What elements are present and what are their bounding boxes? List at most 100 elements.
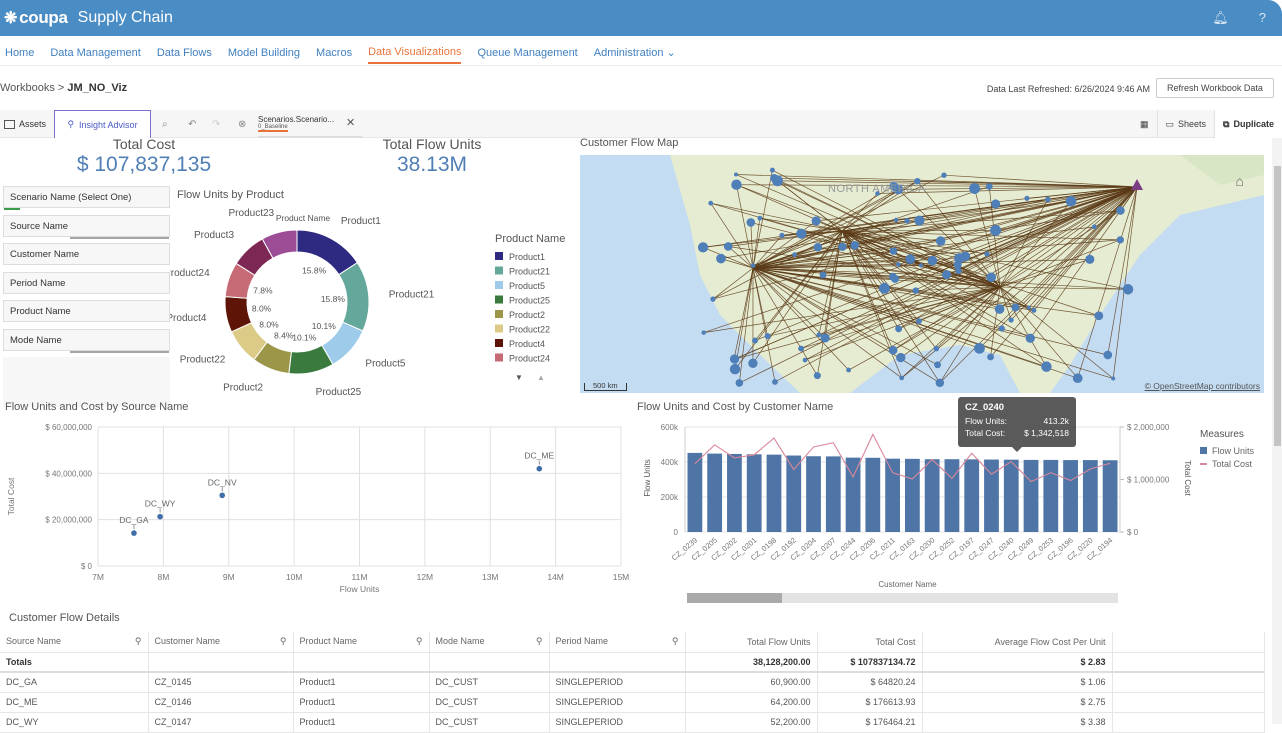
combo-scrollbar-thumb[interactable]: [687, 593, 782, 603]
customer-node[interactable]: [734, 173, 738, 177]
customer-node[interactable]: [919, 263, 923, 267]
scatter-point[interactable]: [131, 530, 137, 536]
customer-node[interactable]: [1073, 373, 1083, 383]
nav-data-visualizations[interactable]: Data Visualizations: [368, 42, 461, 64]
customer-node[interactable]: [955, 268, 961, 274]
donut-chart[interactable]: Product NameProduct115.8%Product2115.8%P…: [170, 205, 575, 395]
customer-node[interactable]: [896, 353, 905, 362]
filter-source-name[interactable]: Source Name: [3, 215, 170, 237]
legend-item-total-cost[interactable]: Total Cost: [1212, 459, 1253, 469]
cell[interactable]: Product1: [293, 692, 429, 712]
customer-flow-map[interactable]: NORTH AMERICA ⌂ 500 km © OpenStreetMap c…: [580, 155, 1264, 393]
legend-item[interactable]: Product1: [509, 252, 545, 262]
scatter-chart[interactable]: 7M8M9M10M11M12M13M14M15M$ 0$ 20,000,000$…: [0, 418, 630, 608]
scatter-point[interactable]: [157, 514, 163, 520]
customer-node[interactable]: [748, 359, 757, 368]
customer-node[interactable]: [916, 318, 922, 324]
customer-node[interactable]: [724, 242, 733, 251]
cell[interactable]: Product1: [293, 712, 429, 732]
col-mode-name[interactable]: Mode Name⚲: [429, 632, 549, 652]
refresh-workbook-button[interactable]: Refresh Workbook Data: [1156, 78, 1274, 98]
cell[interactable]: CZ_0146: [148, 692, 293, 712]
col-source-name[interactable]: Source Name⚲: [0, 632, 148, 652]
filter-scenario-name[interactable]: Scenario Name (Select One): [3, 186, 170, 208]
customer-node[interactable]: [990, 225, 1001, 236]
cell[interactable]: DC_CUST: [429, 692, 549, 712]
assets-button[interactable]: Assets: [4, 110, 46, 138]
customer-node[interactable]: [803, 358, 808, 363]
cell[interactable]: CZ_0145: [148, 672, 293, 692]
customer-node[interactable]: [991, 199, 1000, 208]
bar-cz_0197[interactable]: [964, 459, 979, 532]
cell[interactable]: DC_ME: [0, 692, 148, 712]
search-icon[interactable]: ⚲: [536, 636, 543, 647]
customer-node[interactable]: [731, 179, 741, 189]
customer-node[interactable]: [1103, 351, 1112, 360]
customer-node[interactable]: [751, 263, 756, 268]
customer-node[interactable]: [814, 243, 822, 251]
scatter-point[interactable]: [536, 466, 542, 472]
smart-search-icon[interactable]: ⌕: [162, 110, 168, 138]
bar-cz_0211[interactable]: [885, 459, 900, 532]
customer-node[interactable]: [936, 236, 946, 246]
bar-cz_0253[interactable]: [1043, 460, 1058, 532]
customer-node[interactable]: [904, 218, 909, 223]
customer-node[interactable]: [899, 376, 904, 381]
customer-node[interactable]: [1026, 334, 1035, 343]
customer-node[interactable]: [798, 346, 804, 352]
page-scrollbar[interactable]: [1272, 138, 1282, 724]
insight-advisor-button[interactable]: ⚲ Insight Advisor: [54, 110, 151, 138]
search-icon[interactable]: ⚲: [672, 636, 679, 647]
customer-node[interactable]: [1117, 236, 1124, 243]
table-row[interactable]: DC_MECZ_0146Product1DC_CUSTSINGLEPERIOD6…: [0, 692, 1265, 712]
close-icon[interactable]: ✕: [346, 116, 355, 129]
customer-node[interactable]: [765, 333, 771, 339]
customer-node[interactable]: [779, 233, 784, 238]
customer-node[interactable]: [890, 247, 898, 255]
customer-node[interactable]: [1011, 303, 1019, 311]
bar-cz_0239[interactable]: [688, 453, 703, 532]
customer-node[interactable]: [816, 332, 821, 337]
cell[interactable]: SINGLEPERIOD: [549, 712, 685, 732]
customer-node[interactable]: [772, 379, 778, 385]
customer-node[interactable]: [1085, 255, 1094, 264]
customer-node[interactable]: [894, 218, 898, 222]
coupa-logo[interactable]: ❋ coupa: [4, 8, 68, 28]
legend-item[interactable]: Product25: [509, 296, 550, 306]
filter-customer-name[interactable]: Customer Name: [3, 243, 170, 265]
customer-node[interactable]: [999, 325, 1005, 331]
col-total-cost[interactable]: Total Cost: [817, 632, 922, 652]
bar-cz_0196[interactable]: [1063, 460, 1078, 532]
bar-cz_0163[interactable]: [905, 459, 920, 532]
customer-node[interactable]: [895, 325, 902, 332]
customer-node[interactable]: [936, 379, 944, 387]
search-icon[interactable]: ⚲: [416, 636, 423, 647]
customer-node[interactable]: [792, 252, 797, 257]
nav-administration[interactable]: Administration ⌄: [594, 42, 676, 63]
customer-node[interactable]: [730, 356, 737, 363]
combo-chart[interactable]: 0200k400k600k$ 0$ 1,000,000$ 2,000,000Fl…: [630, 418, 1270, 608]
cell[interactable]: DC_CUST: [429, 712, 549, 732]
col-avg-flow-cost[interactable]: Average Flow Cost Per Unit: [922, 632, 1112, 652]
nav-model-building[interactable]: Model Building: [228, 43, 300, 63]
customer-node[interactable]: [838, 243, 846, 251]
cell[interactable]: SINGLEPERIOD: [549, 672, 685, 692]
customer-node[interactable]: [1111, 377, 1115, 381]
customer-node[interactable]: [747, 218, 756, 227]
breadcrumb-workbooks[interactable]: Workbooks: [0, 82, 55, 94]
legend-item[interactable]: Product24: [509, 354, 550, 364]
cell[interactable]: Product1: [293, 672, 429, 692]
customer-node[interactable]: [1094, 311, 1103, 320]
customer-node[interactable]: [941, 172, 946, 177]
customer-node[interactable]: [710, 296, 715, 301]
duplicate-button[interactable]: ⧉Duplicate: [1214, 110, 1282, 138]
customer-node[interactable]: [889, 273, 897, 281]
customer-node[interactable]: [1027, 306, 1031, 310]
customer-node[interactable]: [1031, 308, 1036, 313]
customer-node[interactable]: [698, 242, 708, 252]
legend-item[interactable]: Product4: [509, 339, 545, 349]
bar-cz_0202[interactable]: [727, 454, 742, 532]
col-product-name[interactable]: Product Name⚲: [293, 632, 429, 652]
undo-selection-icon[interactable]: ↶: [188, 110, 196, 138]
help-icon[interactable]: ?: [1259, 10, 1266, 26]
